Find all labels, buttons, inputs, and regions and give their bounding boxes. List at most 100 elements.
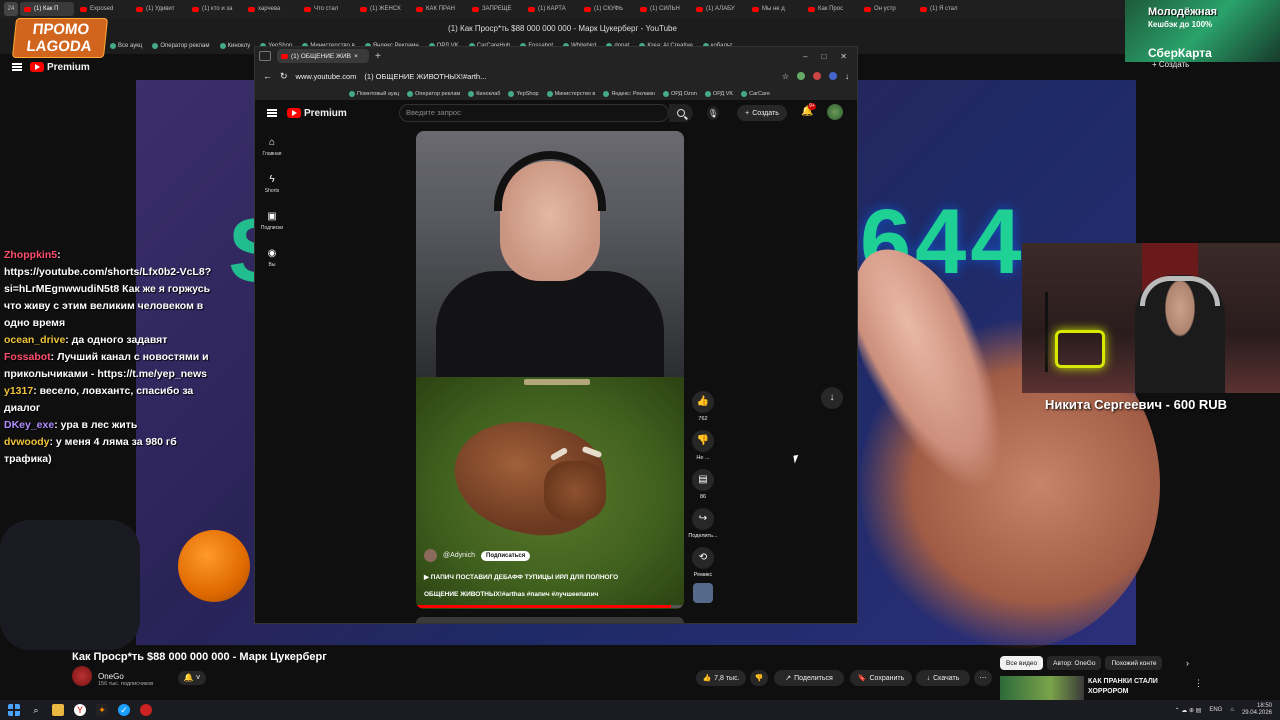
youtube-logo[interactable]: Premium — [30, 62, 90, 73]
shorts-action-comment[interactable]: ▤ 86 — [687, 469, 719, 500]
bookmark-item[interactable]: Киноклаб — [468, 90, 500, 97]
more-button[interactable]: ⋯ — [974, 670, 992, 686]
bookmark-item[interactable]: Министерство в — [546, 90, 595, 97]
close-tab-icon[interactable]: × — [354, 53, 358, 60]
bookmark-item[interactable]: Все аукц — [110, 43, 142, 49]
outer-tab[interactable]: КАК ПРАН — [412, 2, 466, 16]
shorts-action-share[interactable]: ↪ Поделить... — [687, 508, 719, 539]
yandex-browser-icon[interactable]: Y — [74, 704, 86, 716]
outer-tab[interactable]: (1) АЛАБУ — [692, 2, 746, 16]
app-icon[interactable]: ✓ — [118, 704, 130, 716]
outer-tab[interactable]: (1) Я стал — [916, 2, 970, 16]
create-button[interactable]: + Создать — [737, 105, 787, 121]
recommended-title[interactable]: КАК ПРАНКИ СТАЛИ ХОРРОРОМ — [1088, 677, 1178, 697]
mic-icon[interactable]: 🎙 — [707, 106, 719, 120]
reload-icon[interactable]: ↻ — [280, 71, 288, 82]
inner-tab-active[interactable]: (1) ОБЩЕНИЕ ЖИВ × — [277, 49, 369, 63]
search-button[interactable] — [669, 104, 693, 122]
app-icon[interactable]: ✦ — [96, 704, 108, 716]
outer-tab[interactable]: ЗАПРЕЩЕ — [468, 2, 522, 16]
bookmark-icon[interactable]: ☆ — [782, 72, 789, 81]
outer-tab[interactable]: (1) КАРТА — [524, 2, 578, 16]
dislike-button[interactable]: 👎 — [750, 670, 768, 686]
avatar[interactable] — [827, 104, 843, 120]
search-input[interactable]: Введите запрос — [399, 104, 669, 122]
recommended-thumbnail[interactable] — [1000, 676, 1084, 700]
outer-tab[interactable]: Что стал — [300, 2, 354, 16]
channel-name[interactable]: @Adynich — [443, 552, 475, 559]
shorts-action-remix[interactable]: ⟲ Ремикс — [687, 547, 719, 578]
shorts-hashtags[interactable]: ОБЩЕНИЕ ЖИВОТНЫХ!#arthas #папич #лучшееп… — [424, 591, 598, 598]
outer-tab[interactable]: (1) ЖЕНСК — [356, 2, 410, 16]
windows-start-icon[interactable] — [8, 704, 20, 716]
subscribe-button[interactable]: Подписаться — [481, 550, 531, 561]
outer-tab[interactable]: Мы не д — [748, 2, 802, 16]
extension-icon[interactable] — [829, 72, 837, 80]
share-button[interactable]: ↗ Поделиться — [774, 670, 844, 686]
save-button[interactable]: 🔖 Сохранить — [850, 670, 912, 686]
bookmark-item[interactable]: Помнтовый аукц — [349, 90, 399, 97]
bookmark-item[interactable]: Оператор реклам — [407, 90, 460, 97]
outer-tab[interactable]: (1) кто и за — [188, 2, 242, 16]
bookmark-item[interactable]: YepShop — [508, 90, 539, 97]
audio-thumbnail[interactable] — [693, 583, 713, 603]
bookmark-item[interactable]: ОРД VK — [704, 90, 733, 97]
shorts-player[interactable]: @Adynich Подписаться ▶ ПАПИЧ ПОСТАВИЛ ДЕ… — [416, 131, 684, 609]
outer-tab[interactable]: (1) Удивит — [132, 2, 186, 16]
new-tab-icon[interactable]: + — [375, 51, 381, 62]
filter-chip[interactable]: Все видео — [1000, 656, 1044, 670]
shorts-action-dislike[interactable]: 👎 Не ... — [687, 430, 719, 461]
tray-icons[interactable]: ⌃ ☁ ⊕ ▤ — [1175, 707, 1202, 714]
rec-more-icon[interactable]: ⋮ — [1194, 678, 1203, 689]
shorts-progress-bar[interactable] — [416, 605, 684, 608]
sidebar-item[interactable]: ⌂ Главная — [259, 137, 285, 157]
bookmark-item[interactable]: Оператор реклам — [152, 43, 210, 49]
download-icon[interactable]: ↓ — [845, 72, 857, 81]
chips-next-icon[interactable]: › — [1186, 658, 1189, 668]
maximize-icon[interactable]: □ — [821, 52, 826, 61]
close-window-icon[interactable]: ✕ — [840, 52, 847, 61]
menu-icon[interactable] — [267, 109, 277, 117]
sidebar-item[interactable]: ϟ Shorts — [259, 174, 285, 194]
shorts-title[interactable]: ▶ ПАПИЧ ПОСТАВИЛ ДЕБАФФ ТУПИЦЫ ИРЛ ДЛЯ П… — [424, 573, 618, 581]
outer-tab[interactable]: (1) СИЛЬН — [636, 2, 690, 16]
sidebar-item[interactable]: ◉ Вы — [259, 248, 285, 268]
create-button[interactable]: + Создать — [1152, 60, 1189, 69]
extension-icon[interactable] — [797, 72, 805, 80]
outer-tab[interactable]: харчева — [244, 2, 298, 16]
file-explorer-icon[interactable] — [52, 704, 64, 716]
channel-name[interactable]: OneGo — [98, 672, 124, 681]
app-icon[interactable] — [140, 704, 152, 716]
bookmark-item[interactable]: Киноклу — [219, 43, 250, 49]
tab-count[interactable]: 24 — [4, 2, 18, 16]
menu-icon[interactable] — [12, 63, 22, 71]
bookmark-item[interactable]: Яндекс: Рекламн — [603, 90, 655, 97]
outer-tab[interactable]: (1) Как П — [20, 2, 74, 16]
shorts-action-like[interactable]: 👍 762 — [687, 391, 719, 422]
outer-tab[interactable]: Он устр — [860, 2, 914, 16]
extension-icon[interactable] — [813, 72, 821, 80]
language-indicator[interactable]: ENG — [1209, 707, 1222, 713]
bookmark-item[interactable]: CarCare — [741, 90, 770, 97]
subscribed-bell-button[interactable]: 🔔 ˅ — [178, 671, 206, 685]
channel-avatar[interactable] — [424, 549, 437, 562]
outer-tab[interactable]: (1) СКУФЬ — [580, 2, 634, 16]
outer-tab[interactable]: Как Прос — [804, 2, 858, 16]
window-icon[interactable] — [259, 51, 271, 61]
minimize-icon[interactable]: – — [803, 52, 807, 61]
like-button[interactable]: 👍 7,8 тыс. — [696, 670, 746, 686]
next-short-preview[interactable] — [416, 617, 684, 623]
next-short-button[interactable]: ↓ — [821, 387, 843, 409]
sidebar-item[interactable]: ▣ Подписки — [259, 211, 285, 231]
outer-tab[interactable]: Exposed — [76, 2, 130, 16]
download-button[interactable]: ↓ Скачать — [916, 670, 970, 686]
search-icon[interactable]: ⌕ — [30, 704, 42, 716]
filter-chip[interactable]: Похожий конте — [1105, 656, 1163, 670]
filter-chip[interactable]: Автор: OneGo — [1047, 656, 1102, 670]
bookmark-item[interactable]: ОРД Ozon — [662, 90, 697, 97]
channel-avatar[interactable] — [72, 666, 92, 686]
back-icon[interactable]: ← — [263, 71, 272, 81]
youtube-logo[interactable]: Premium — [287, 108, 347, 119]
clock[interactable]: 18:50 29.04.2026 — [1242, 703, 1272, 717]
network-icon[interactable]: ⌂ — [1230, 707, 1234, 713]
